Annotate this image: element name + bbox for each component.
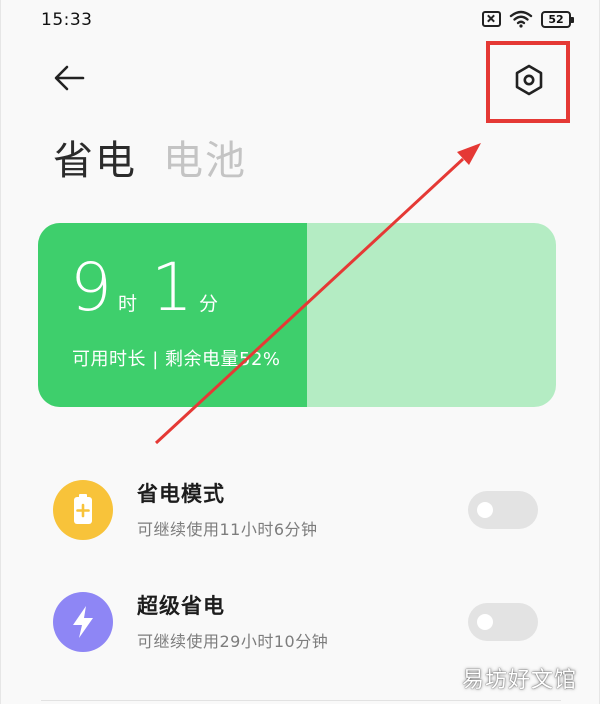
ultra-power-saving-description: 可继续使用29小时10分钟 [137, 632, 329, 651]
remaining-time: 9 时 1 分 [70, 255, 232, 321]
tab-bar: 省电 电池 [53, 128, 247, 186]
hours-value: 9 [70, 249, 112, 326]
toggle-knob [477, 502, 493, 518]
minutes-value: 1 [151, 249, 194, 326]
wifi-icon [509, 10, 533, 28]
sim-off-icon [482, 11, 501, 27]
watermark-text: 易坊好文馆 [461, 668, 577, 693]
power-saving-mode-description: 可继续使用11小时6分钟 [137, 520, 318, 539]
lightning-icon [53, 592, 113, 652]
toggle-knob [477, 614, 493, 630]
tab-power-saving[interactable]: 省电 [53, 128, 137, 186]
minutes-unit: 分 [199, 293, 219, 315]
status-time: 15:33 [41, 10, 93, 30]
battery-icon: 52 [541, 10, 574, 28]
arrow-left-icon [54, 65, 85, 91]
annotation-highlight-box [486, 41, 570, 123]
battery-plus-icon [53, 480, 113, 540]
ultra-power-saving-title: 超级省电 [137, 594, 225, 618]
bottom-divider [41, 700, 561, 701]
battery-status-card: 9 时 1 分 可用时长 | 剩余电量52% [38, 223, 556, 407]
power-saving-mode-title: 省电模式 [137, 482, 225, 506]
back-button[interactable] [51, 58, 91, 98]
hours-unit: 时 [118, 293, 138, 315]
status-bar: 15:33 52 [1, 0, 599, 44]
battery-settings-screen: 15:33 52 省电 电池 9 时 1 分 可用时长 | 剩余电量52% 省电… [0, 0, 600, 704]
tab-battery[interactable]: 电池 [163, 128, 247, 186]
ultra-power-saving-row[interactable]: 超级省电 可继续使用29小时10分钟 [53, 584, 553, 664]
power-saving-mode-row[interactable]: 省电模式 可继续使用11小时6分钟 [53, 472, 553, 552]
battery-summary-text: 可用时长 | 剩余电量52% [72, 349, 281, 370]
status-icons: 52 [482, 10, 574, 28]
power-saving-mode-toggle[interactable] [468, 491, 538, 529]
ultra-power-saving-toggle[interactable] [468, 603, 538, 641]
